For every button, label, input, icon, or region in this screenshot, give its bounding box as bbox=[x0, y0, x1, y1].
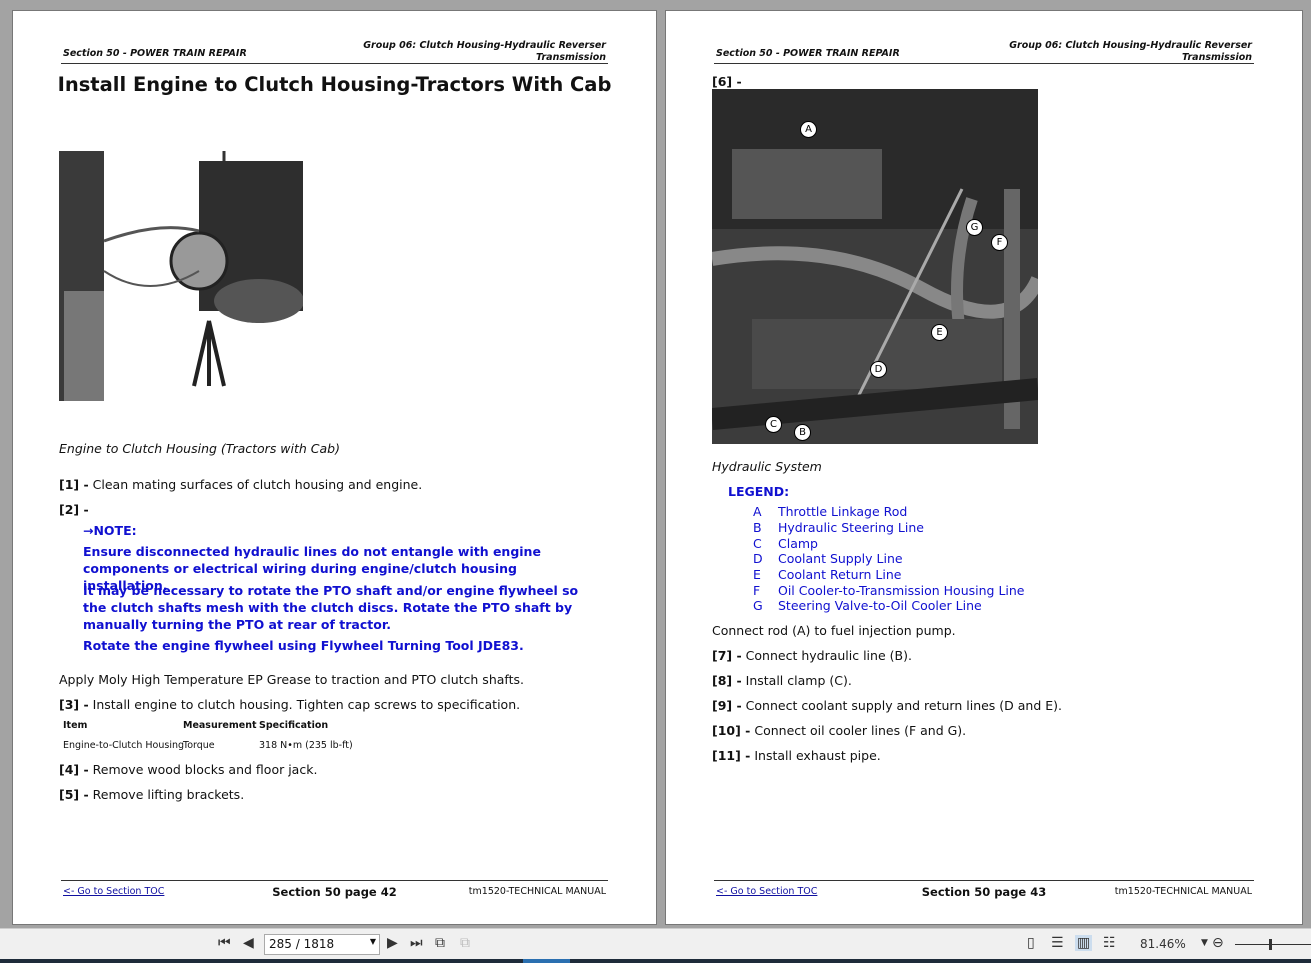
forward-view-icon[interactable]: ⧉ bbox=[460, 935, 470, 951]
step-number: [1] - bbox=[59, 477, 89, 492]
legend-value: Throttle Linkage Rod bbox=[778, 504, 908, 519]
page-title: Install Engine to Clutch Housing-Tractor… bbox=[57, 73, 612, 96]
step-number: [5] - bbox=[59, 787, 89, 802]
chevron-down-icon[interactable]: ▼ bbox=[370, 937, 376, 946]
note-label: →NOTE: bbox=[83, 523, 137, 538]
step-number: [3] - bbox=[59, 697, 89, 712]
legend-key: F bbox=[753, 583, 761, 598]
step-text: Install engine to clutch housing. Tighte… bbox=[92, 697, 521, 712]
legend-key: D bbox=[753, 551, 763, 566]
page-footer: <- Go to Section TOC Section 50 page 42 … bbox=[61, 880, 608, 899]
legend-value: Hydraulic Steering Line bbox=[778, 520, 924, 535]
step-number: [9] - bbox=[712, 698, 742, 713]
photo-caption: Hydraulic System bbox=[712, 459, 822, 474]
step-text: Remove lifting brackets. bbox=[92, 787, 245, 802]
facing-view-icon[interactable]: ▥ bbox=[1075, 935, 1093, 951]
back-view-icon[interactable]: ⧉ bbox=[435, 935, 445, 951]
next-page-icon[interactable]: ▶ bbox=[387, 935, 398, 951]
step-number: [6] - bbox=[712, 74, 742, 89]
manual-name: tm1520-TECHNICAL MANUAL bbox=[1114, 886, 1252, 897]
step-text: Connect hydraulic line (B). bbox=[745, 648, 912, 663]
right-page: Section 50 - POWER TRAIN REPAIR Group 06… bbox=[665, 10, 1303, 925]
step-text: Install clamp (C). bbox=[745, 673, 852, 688]
note-text: Rotate the engine flywheel using Flywhee… bbox=[83, 638, 524, 653]
zoom-slider[interactable] bbox=[1235, 939, 1311, 950]
legend-key: C bbox=[753, 536, 762, 551]
page-number-value: 285 / 1818 bbox=[269, 937, 335, 951]
continuous-view-icon[interactable]: ☰ bbox=[1051, 935, 1064, 951]
taskbar bbox=[0, 959, 1311, 963]
zoom-slider-thumb[interactable] bbox=[1269, 939, 1272, 950]
header-section: Section 50 - POWER TRAIN REPAIR bbox=[63, 48, 247, 59]
header-group: Group 06: Clutch Housing-Hydraulic Rever… bbox=[363, 40, 606, 63]
page-header: Section 50 - POWER TRAIN REPAIR Group 06… bbox=[714, 36, 1254, 64]
previous-page-icon[interactable]: ◀ bbox=[243, 935, 254, 951]
table-cell: Torque bbox=[183, 740, 215, 751]
page-header: Section 50 - POWER TRAIN REPAIR Group 06… bbox=[61, 36, 608, 64]
step-number: [10] - bbox=[712, 723, 751, 738]
last-page-button[interactable]: ⏭ bbox=[410, 935, 423, 951]
continuous-facing-view-icon[interactable]: ☷ bbox=[1103, 935, 1116, 951]
callout-e: E bbox=[931, 324, 948, 341]
table-header: Measurement bbox=[183, 720, 257, 731]
page-footer: <- Go to Section TOC Section 50 page 43 … bbox=[714, 880, 1254, 899]
legend-key: G bbox=[753, 598, 763, 613]
step-text: Install exhaust pipe. bbox=[754, 748, 881, 763]
step-number: [8] - bbox=[712, 673, 742, 688]
step-text: Clean mating surfaces of clutch housing … bbox=[92, 477, 423, 492]
step-text: Connect coolant supply and return lines … bbox=[745, 698, 1063, 713]
table-header: Item bbox=[63, 720, 88, 731]
callout-c: C bbox=[765, 416, 782, 433]
legend-value: Coolant Supply Line bbox=[778, 551, 903, 566]
callout-d: D bbox=[870, 361, 887, 378]
navigation-toolbar: ⏮ ◀ 285 / 1818 ▼ ▶ ⏭ ⧉ ⧉ ▯ ☰ ▥ ☷ 81.46% ▼… bbox=[0, 928, 1311, 959]
legend-key: B bbox=[753, 520, 762, 535]
legend-key: A bbox=[753, 504, 762, 519]
callout-a: A bbox=[800, 121, 817, 138]
single-page-view-icon[interactable]: ▯ bbox=[1027, 935, 1035, 951]
manual-name: tm1520-TECHNICAL MANUAL bbox=[468, 886, 606, 897]
callout-b: B bbox=[794, 424, 811, 441]
callout-g: G bbox=[966, 219, 983, 236]
step-number: [7] - bbox=[712, 648, 742, 663]
instruction-text: Connect rod (A) to fuel injection pump. bbox=[712, 623, 956, 638]
legend-value: Coolant Return Line bbox=[778, 567, 902, 582]
table-cell: Engine-to-Clutch Housing bbox=[63, 740, 185, 751]
step-number: [4] - bbox=[59, 762, 89, 777]
legend-value: Oil Cooler-to-Transmission Housing Line bbox=[778, 583, 1025, 598]
zoom-level[interactable]: 81.46% bbox=[1140, 937, 1186, 951]
table-cell: 318 N•m (235 lb-ft) bbox=[259, 740, 353, 751]
photo-caption: Engine to Clutch Housing (Tractors with … bbox=[59, 441, 340, 456]
legend-value: Steering Valve-to-Oil Cooler Line bbox=[778, 598, 982, 613]
left-page: Section 50 - POWER TRAIN REPAIR Group 06… bbox=[12, 10, 657, 925]
grease-text: Apply Moly High Temperature EP Grease to… bbox=[59, 672, 524, 687]
note-text: It may be necessary to rotate the PTO sh… bbox=[83, 583, 579, 632]
step-text: Remove wood blocks and floor jack. bbox=[92, 762, 318, 777]
legend-value: Clamp bbox=[778, 536, 818, 551]
first-page-button[interactable]: ⏮ bbox=[218, 935, 231, 951]
engine-photo bbox=[59, 151, 303, 406]
zoom-dropdown-icon[interactable]: ▼ bbox=[1201, 938, 1208, 948]
step-number: [11] - bbox=[712, 748, 751, 763]
page-number-input[interactable]: 285 / 1818 ▼ bbox=[264, 934, 380, 955]
legend-title: LEGEND: bbox=[728, 484, 790, 499]
header-section: Section 50 - POWER TRAIN REPAIR bbox=[716, 48, 900, 59]
step-number: [2] - bbox=[59, 502, 89, 517]
legend-key: E bbox=[753, 567, 761, 582]
step-text: Connect oil cooler lines (F and G). bbox=[754, 723, 967, 738]
hydraulic-system-photo: A B C D E F G bbox=[712, 89, 1038, 444]
header-group: Group 06: Clutch Housing-Hydraulic Rever… bbox=[1009, 40, 1252, 63]
callout-f: F bbox=[991, 234, 1008, 251]
zoom-out-icon[interactable]: ⊖ bbox=[1212, 935, 1224, 951]
table-header: Specification bbox=[259, 720, 329, 731]
